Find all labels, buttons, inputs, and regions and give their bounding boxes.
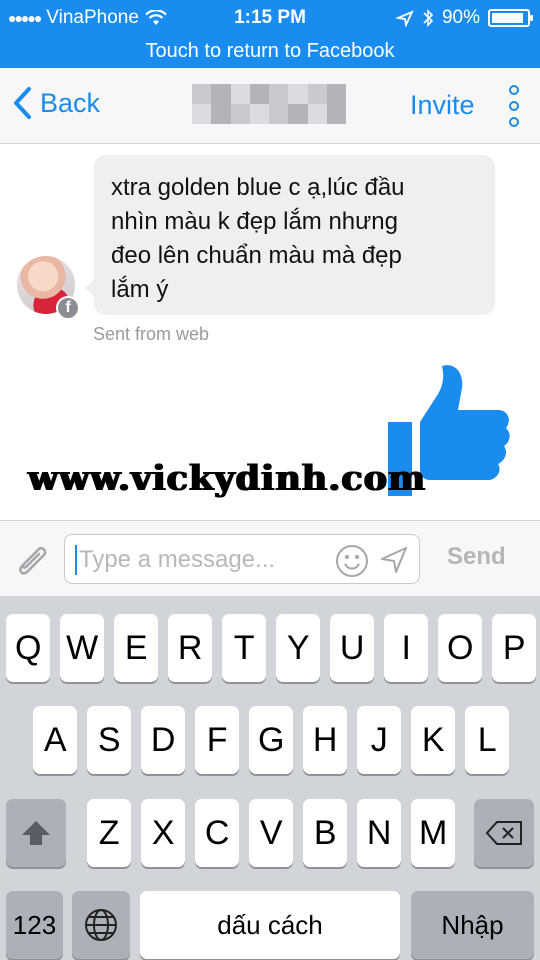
- key-w[interactable]: W: [60, 614, 105, 682]
- battery-icon: [488, 9, 533, 27]
- key-x[interactable]: X: [141, 799, 186, 867]
- message-meta: Sent from web: [93, 324, 210, 344]
- key-h[interactable]: H: [303, 706, 348, 774]
- message-line: xtra golden blue c ạ,lúc đầu: [111, 174, 405, 201]
- bluetooth-icon: [423, 9, 434, 27]
- return-key[interactable]: Nhập: [411, 891, 534, 959]
- key-v[interactable]: V: [249, 799, 294, 867]
- key-t[interactable]: T: [222, 614, 267, 682]
- paperclip-icon[interactable]: [12, 540, 52, 580]
- message-line: lắm ý: [111, 276, 169, 303]
- facebook-badge-icon: f: [56, 296, 80, 320]
- globe-key[interactable]: [72, 891, 130, 959]
- key-f[interactable]: F: [195, 706, 240, 774]
- message-composer: Send: [0, 520, 540, 596]
- message-bubble[interactable]: xtra golden blue c ạ,lúc đầu nhìn màu k …: [85, 155, 495, 315]
- key-r[interactable]: R: [168, 614, 213, 682]
- key-l[interactable]: L: [465, 706, 510, 774]
- message-line: đeo lên chuẩn màu mà đẹp: [111, 242, 402, 269]
- shift-icon: [22, 821, 50, 845]
- key-q[interactable]: Q: [6, 614, 51, 682]
- location-arrow-icon: [395, 10, 414, 27]
- numbers-key[interactable]: 123: [6, 891, 63, 959]
- emoji-icon[interactable]: [335, 544, 369, 578]
- key-o[interactable]: O: [438, 614, 483, 682]
- status-bar: ●●●●● VinaPhone 1:15 PM 90%: [0, 0, 540, 36]
- return-to-facebook-banner[interactable]: Touch to return to Facebook: [0, 36, 540, 68]
- message-input[interactable]: [64, 534, 420, 584]
- space-key[interactable]: dấu cách: [140, 891, 400, 959]
- globe-icon: [85, 909, 117, 941]
- backspace-icon: [485, 821, 522, 845]
- key-s[interactable]: S: [87, 706, 132, 774]
- more-vertical-icon[interactable]: [506, 84, 522, 128]
- key-b[interactable]: B: [303, 799, 348, 867]
- key-j[interactable]: J: [357, 706, 402, 774]
- key-z[interactable]: Z: [87, 799, 132, 867]
- back-button[interactable]: Back: [12, 86, 100, 120]
- keyboard: 123 dấu cách Nhập QWERTYUIOP ASDFGHJKL ZXC…: [0, 596, 540, 960]
- conversation-title-blurred: [192, 84, 346, 124]
- send-button[interactable]: Send: [447, 543, 506, 571]
- key-e[interactable]: E: [114, 614, 159, 682]
- key-p[interactable]: P: [492, 614, 537, 682]
- key-y[interactable]: Y: [276, 614, 321, 682]
- battery-percent: 90%: [441, 7, 480, 28]
- key-g[interactable]: G: [249, 706, 294, 774]
- backspace-key[interactable]: [474, 799, 534, 867]
- message-line: nhìn màu k đẹp lắm nhưng: [111, 208, 398, 235]
- navigation-bar: Back Invite: [0, 68, 540, 144]
- battery-level: [492, 13, 523, 23]
- shift-key[interactable]: [6, 799, 66, 867]
- send-location-icon[interactable]: [379, 545, 409, 575]
- key-k[interactable]: K: [411, 706, 456, 774]
- key-n[interactable]: N: [357, 799, 402, 867]
- invite-button[interactable]: Invite: [410, 90, 475, 121]
- key-a[interactable]: A: [33, 706, 78, 774]
- key-d[interactable]: D: [141, 706, 186, 774]
- key-i[interactable]: I: [384, 614, 429, 682]
- key-m[interactable]: M: [411, 799, 456, 867]
- key-c[interactable]: C: [195, 799, 240, 867]
- chevron-left-icon: [14, 87, 31, 119]
- watermark-text: www.vickydinh.com: [28, 458, 427, 499]
- text-caret: [75, 545, 77, 575]
- key-u[interactable]: U: [330, 614, 375, 682]
- message-text-field[interactable]: [79, 541, 329, 579]
- back-label: Back: [40, 87, 101, 118]
